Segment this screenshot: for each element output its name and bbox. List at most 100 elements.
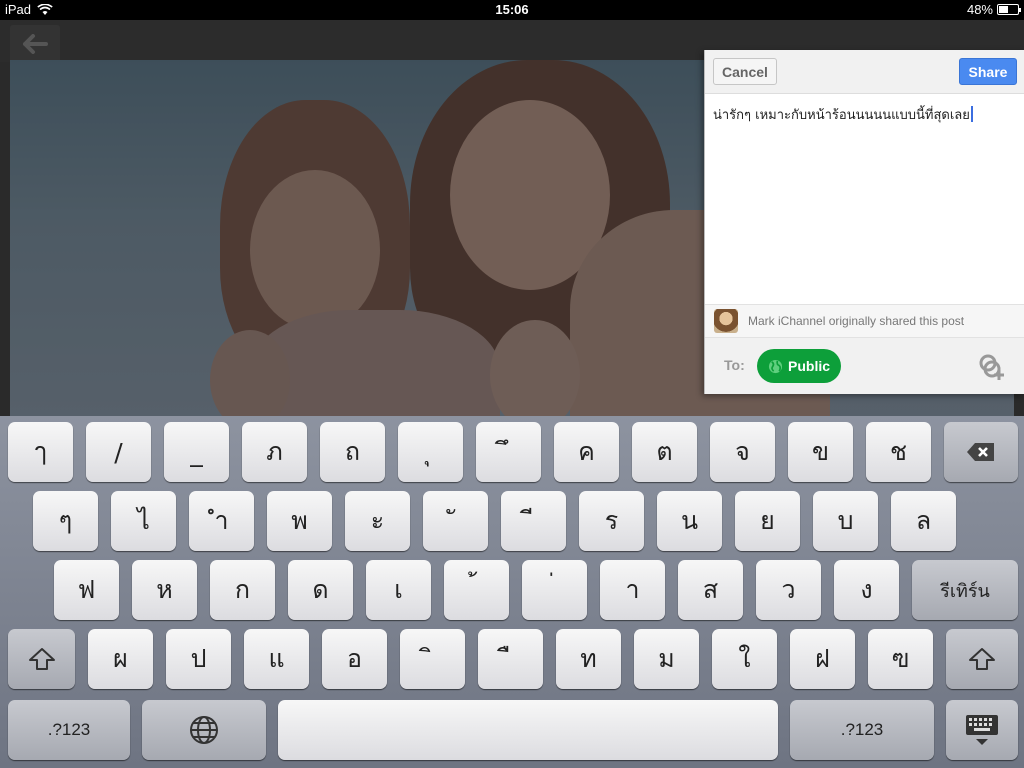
key[interactable]: ื (478, 629, 543, 689)
globe-key[interactable] (142, 700, 266, 760)
key[interactable]: ด (288, 560, 353, 620)
key[interactable]: ร (579, 491, 644, 551)
hide-keyboard-key[interactable] (946, 700, 1018, 760)
key-label: ภ (266, 437, 283, 466)
globe-icon (190, 716, 218, 744)
key[interactable]: ไ (111, 491, 176, 551)
key[interactable]: ม (634, 629, 699, 689)
cancel-button[interactable]: Cancel (713, 58, 777, 85)
key[interactable]: ี (501, 491, 566, 551)
shift-key-left[interactable] (8, 629, 75, 689)
key-label: ร (604, 506, 619, 535)
status-bar: iPad 15:06 48% (0, 0, 1024, 20)
key[interactable]: ห (132, 560, 197, 620)
key[interactable]: ผ (88, 629, 153, 689)
compose-field[interactable]: น่ารักๆ เหมาะกับหน้าร้อนนนนนแบบนี้ที่สุด… (713, 104, 1013, 125)
key[interactable]: / (86, 422, 151, 482)
key[interactable]: เ (366, 560, 431, 620)
key-label: ท (580, 644, 597, 673)
key-label: ๆ (58, 506, 73, 535)
key[interactable]: ๅ (8, 422, 73, 482)
key[interactable]: ฟ (54, 560, 119, 620)
key[interactable]: แ (244, 629, 309, 689)
key-label: _ (190, 437, 203, 467)
key[interactable]: ก (210, 560, 275, 620)
key[interactable]: น (657, 491, 722, 551)
key[interactable]: ฃ (868, 629, 933, 689)
key-label: / (114, 437, 123, 467)
key[interactable]: า (600, 560, 665, 620)
key-label: ว (781, 575, 796, 604)
key[interactable]: ุ (398, 422, 463, 482)
key[interactable]: ิ (400, 629, 465, 689)
key[interactable]: อ (322, 629, 387, 689)
key[interactable]: ภ (242, 422, 307, 482)
key-label: เ (394, 575, 403, 604)
back-arrow-icon (23, 34, 48, 54)
add-circles-icon[interactable] (977, 352, 1007, 382)
backspace-key[interactable] (944, 422, 1018, 482)
share-header: Cancel Share (705, 50, 1024, 94)
shift-key-right[interactable] (946, 629, 1018, 689)
key-label: า (625, 575, 640, 604)
public-audience-chip[interactable]: Public (757, 349, 841, 383)
key[interactable]: ๆ (33, 491, 98, 551)
key[interactable]: ส (678, 560, 743, 620)
key-label: ใ (738, 644, 751, 673)
key-label: ฃ (891, 644, 910, 673)
key[interactable]: ถ (320, 422, 385, 482)
keyboard-hide-icon (966, 715, 998, 745)
key-label: รีเทิร์น (940, 580, 990, 602)
key-label: ค (578, 437, 595, 466)
key[interactable]: ำ (189, 491, 254, 551)
key-label: ง (860, 575, 873, 604)
key-label: ฝ (815, 644, 830, 673)
key-label: ช (890, 437, 907, 466)
space-key[interactable] (278, 700, 778, 760)
key-label: แ (268, 644, 285, 673)
backspace-icon (967, 443, 994, 461)
back-button[interactable] (10, 25, 60, 63)
share-button[interactable]: Share (959, 58, 1017, 85)
shift-icon (969, 648, 995, 670)
key-label: บ (837, 506, 854, 535)
key[interactable]: ะ (345, 491, 410, 551)
key[interactable]: พ (267, 491, 332, 551)
text-caret (970, 106, 973, 122)
attribution-text: Mark iChannel originally shared this pos… (748, 314, 965, 328)
key-label: ก (234, 575, 251, 604)
photo-viewer: Cancel Share น่ารักๆ เหมาะกับหน้าร้อนนนน… (0, 20, 1024, 416)
battery-percent: 48% (966, 2, 993, 17)
key[interactable]: _ (164, 422, 229, 482)
key[interactable]: ั (423, 491, 488, 551)
key[interactable]: ง (834, 560, 899, 620)
key[interactable]: ว (756, 560, 821, 620)
return-key[interactable]: รีเทิร์น (912, 560, 1018, 620)
original-post-attribution[interactable]: Mark iChannel originally shared this pos… (705, 304, 1024, 338)
numbers-key-left[interactable]: .?123 (8, 700, 130, 760)
key[interactable]: ฝ (790, 629, 855, 689)
key[interactable]: ข (788, 422, 853, 482)
key[interactable]: จ (710, 422, 775, 482)
key[interactable]: ึ (476, 422, 541, 482)
key-label: ด (312, 575, 329, 604)
key-label: ล (915, 506, 932, 535)
key-label: ข (811, 437, 830, 466)
key[interactable]: ค (554, 422, 619, 482)
key[interactable]: ช (866, 422, 931, 482)
share-dialog: Cancel Share น่ารักๆ เหมาะกับหน้าร้อนนนน… (704, 50, 1024, 394)
numbers-key-right[interactable]: .?123 (790, 700, 934, 760)
key[interactable]: ใ (712, 629, 777, 689)
key-label: น (680, 506, 699, 535)
key[interactable]: ้ (444, 560, 509, 620)
key[interactable]: ต (632, 422, 697, 482)
battery-icon (997, 4, 1021, 15)
key[interactable]: ล (891, 491, 956, 551)
key[interactable]: ท (556, 629, 621, 689)
key[interactable]: ย (735, 491, 800, 551)
key-label: ถ (344, 437, 361, 466)
key[interactable]: ป (166, 629, 231, 689)
key-label: ห (156, 575, 173, 604)
key[interactable]: ่ (522, 560, 587, 620)
key[interactable]: บ (813, 491, 878, 551)
